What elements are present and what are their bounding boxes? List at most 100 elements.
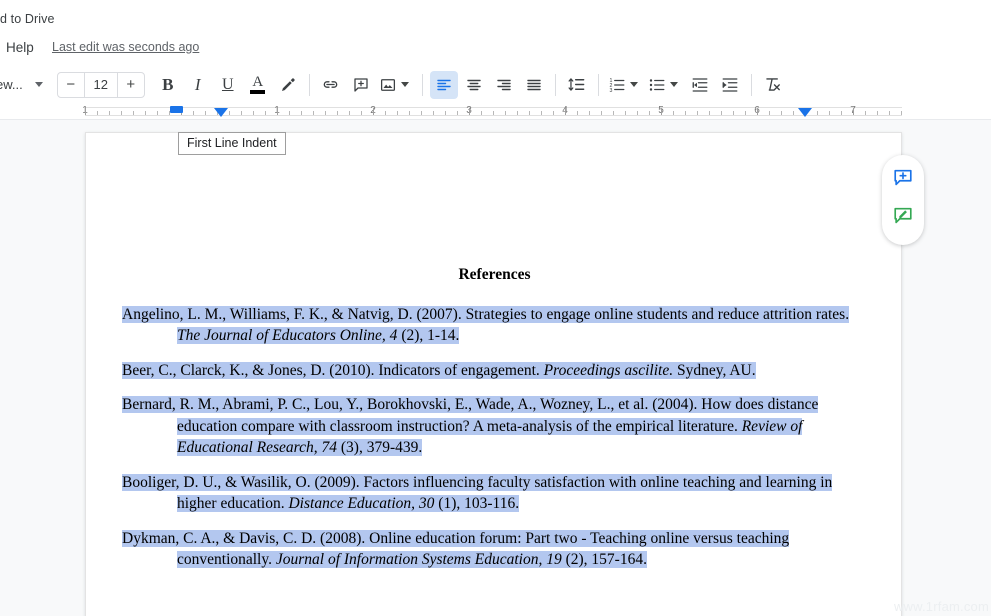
ruler-tick [673,111,674,115]
paragraph-style-label: ew... [0,77,23,92]
line-spacing-button[interactable] [563,71,591,99]
ruler-tick [397,111,398,115]
ruler-tick [325,111,326,115]
formatting-toolbar: ew... − 12 + B I U A [0,64,991,104]
font-size-stepper[interactable]: − 12 + [56,71,145,98]
ruler-tick [277,108,278,115]
reference-entry[interactable]: Bernard, R. M., Abrami, P. C., Lou, Y., … [86,394,903,459]
ruler-tick [385,111,386,115]
document-page[interactable]: References Angelino, L. M., Williams, F.… [85,132,902,616]
clear-formatting-icon [766,78,781,91]
decrease-font-size-button[interactable]: − [58,73,84,97]
ruler-tick [289,111,290,115]
italic-run: Journal of Information Systems Education… [275,551,562,568]
suggest-edit-float-button[interactable] [886,199,920,233]
toolbar-divider [421,73,423,96]
ruler-tick [241,111,242,115]
clear-formatting-button[interactable] [759,71,787,99]
add-comment-button[interactable] [347,71,375,99]
add-comment-float-button[interactable] [886,161,920,195]
reference-entry[interactable]: Angelino, L. M., Williams, F. K., & Natv… [86,304,903,347]
add-comment-icon [894,169,912,186]
ruler-tick [205,111,206,115]
ruler-tick [829,111,830,115]
document-canvas: References Angelino, L. M., Williams, F.… [0,120,991,616]
last-edit-status[interactable]: Last edit was seconds ago [52,40,199,54]
ruler-tick [793,111,794,115]
ruler-tick [193,111,194,115]
ruler-tick [901,111,902,115]
increase-indent-icon [722,77,738,92]
ruler-tick [733,111,734,115]
menu-item-help[interactable]: Help [2,38,38,57]
document-side-rail [882,155,924,245]
align-center-button[interactable] [460,71,488,99]
drive-save-status: d to Drive [0,12,55,26]
align-justify-icon [527,79,541,90]
bulleted-list-button[interactable] [646,71,684,99]
toolbar-divider [750,73,752,96]
ruler-tick [445,111,446,115]
insert-image-icon [381,78,396,91]
ruler-tick [349,111,350,115]
ruler-tick [877,111,878,115]
increase-font-size-button[interactable]: + [118,73,144,97]
text-color-swatch [250,90,266,94]
ruler-tick [613,111,614,115]
menu-bar: Help Last edit was seconds ago [0,32,991,63]
chevron-down-icon [630,82,639,87]
underline-button[interactable]: U [214,71,242,99]
selected-text: Booliger, D. U., & Wasilik, O. (2009). F… [122,473,833,512]
decrease-indent-button[interactable] [686,71,714,99]
numbered-list-button[interactable]: 1 2 3 [606,71,644,99]
text-run: (2), 1-14. [397,327,460,344]
chevron-down-icon [34,82,43,87]
ruler-tick [841,111,842,115]
reference-entry[interactable]: Beer, C., Clarck, K., & Jones, D. (2010)… [86,360,903,382]
font-size-input[interactable]: 12 [83,72,118,97]
document-body[interactable]: References Angelino, L. M., Williams, F.… [86,133,903,584]
align-left-button[interactable] [429,70,458,99]
reference-entry[interactable]: Booliger, D. U., & Wasilik, O. (2009). F… [86,472,903,515]
svg-text:3: 3 [610,87,613,93]
ruler-tick [361,111,362,115]
underline-icon: U [221,75,234,93]
ruler-tick [157,111,158,115]
bold-button[interactable]: B [154,71,182,99]
ruler-tick [721,111,722,115]
text-color-letter: A [252,74,264,90]
ruler-tick [553,111,554,115]
ruler-tick [253,111,254,115]
ruler-tick [541,111,542,115]
chevron-down-icon [670,82,679,87]
italic-button[interactable]: I [184,71,212,99]
add-comment-icon [354,77,368,92]
insert-link-button[interactable] [317,71,345,99]
ruler-tick [745,111,746,115]
align-justify-button[interactable] [520,71,548,99]
text-color-button[interactable]: A [244,71,272,99]
ruler-tick [637,111,638,115]
suggest-edit-icon [894,207,912,224]
ruler-tick [601,111,602,115]
ruler-tick [265,111,266,115]
paragraph-style-dropdown[interactable]: ew... [0,71,53,99]
ruler-tick [529,111,530,115]
ruler-tick [649,111,650,115]
right-indent-marker[interactable] [798,108,812,117]
document-ruler[interactable]: 1 1 2 3 4 5 6 7 [0,104,991,120]
chevron-down-icon [401,82,410,87]
highlight-color-button[interactable] [274,71,302,99]
ruler-track: 1 1 2 3 4 5 6 7 [0,104,991,120]
increase-indent-button[interactable] [716,71,744,99]
align-right-icon [497,79,511,90]
ruler-tick [565,108,566,115]
first-line-indent-marker[interactable] [170,106,183,113]
reference-entry[interactable]: Dykman, C. A., & Davis, C. D. (2008). On… [86,528,903,571]
align-right-button[interactable] [490,71,518,99]
insert-image-button[interactable] [377,71,415,99]
align-center-icon [467,79,481,90]
text-run: Beer, C., Clarck, K., & Jones, D. (2010)… [122,361,544,379]
left-indent-marker[interactable] [214,108,228,117]
references-list: Angelino, L. M., Williams, F. K., & Natv… [86,304,903,571]
